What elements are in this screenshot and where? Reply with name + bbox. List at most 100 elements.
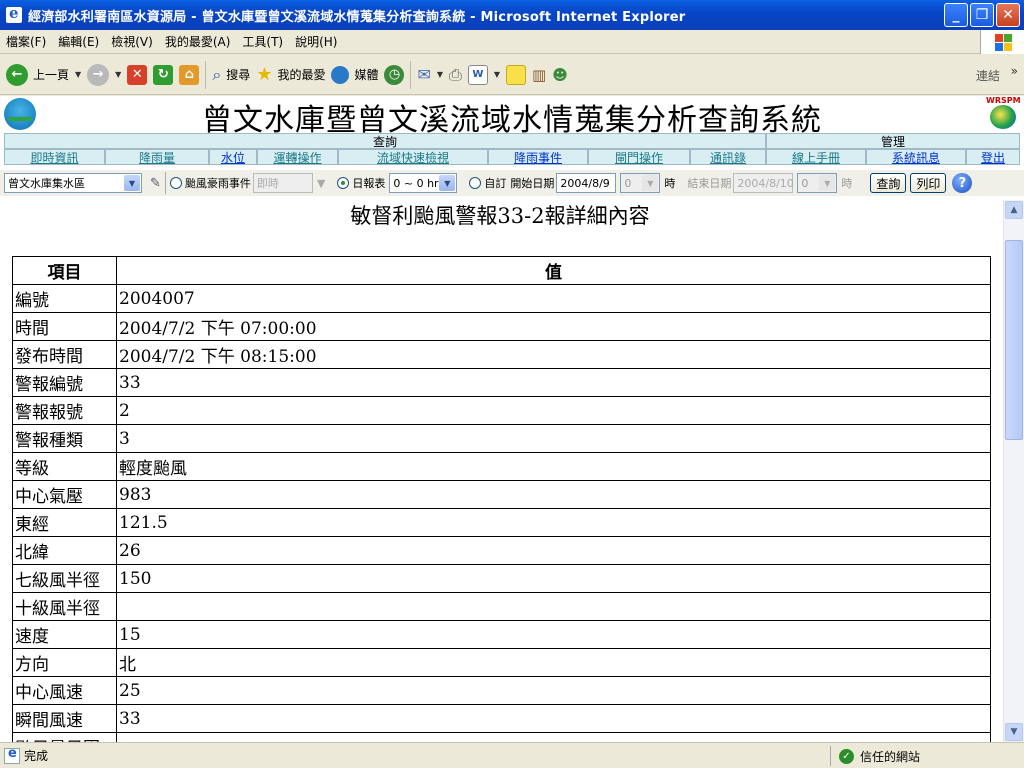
edit-dropdown-icon[interactable]: ▼ [494, 70, 500, 79]
minimize-button[interactable]: _ [944, 3, 968, 27]
close-button[interactable]: ✕ [996, 3, 1020, 27]
row-value: 15 [116, 620, 991, 649]
chevron-down-icon: ▼ [439, 175, 456, 191]
menu-file[interactable]: 檔案(F) [0, 33, 52, 50]
nav-item-rainfall[interactable]: 降雨量 [105, 149, 209, 165]
status-text: 完成 [24, 749, 49, 763]
stop-icon: ✕ [127, 64, 148, 85]
table-row: 颱風暴風圈 [12, 732, 991, 742]
nav-item-water-level[interactable]: 水位 [209, 149, 257, 165]
site-header: 曾文水庫暨曾文溪流域水情蒐集分析查詢系統 WRSPM [0, 96, 1024, 138]
links-label[interactable]: 連結 [976, 67, 1000, 84]
media-button[interactable]: 媒體 [331, 65, 379, 84]
table-row: 發布時間 2004/7/2 下午 08:15:00 [12, 340, 991, 369]
chevron-right-icon[interactable]: » [1011, 64, 1018, 78]
forward-dropdown-icon[interactable]: ▼ [115, 70, 121, 79]
typhoon-radio[interactable] [169, 177, 182, 189]
maximize-button[interactable]: ❐ [970, 3, 994, 27]
history-button[interactable]: ◷ [384, 64, 405, 85]
table-header-row: 項目 值 [12, 256, 991, 285]
scroll-down-arrow-icon[interactable]: ▼ [1005, 723, 1023, 741]
security-zone[interactable]: ✓ 信任的網站 [830, 746, 1024, 766]
region-select[interactable]: 曾文水庫集水區 ▼ [4, 173, 142, 193]
typhoon-event-input[interactable]: 即時 [252, 173, 313, 193]
pen-icon: ✎ [150, 175, 161, 191]
favorites-button[interactable]: ★ 我的最愛 [256, 64, 325, 85]
scrollbar-thumb[interactable] [1005, 240, 1023, 440]
messenger-button[interactable]: ☻ [552, 66, 568, 84]
query-button[interactable]: 查詢 [870, 173, 907, 193]
row-value [116, 592, 991, 621]
nav-item-basin-view[interactable]: 流域快速檢視 [338, 149, 488, 165]
back-button[interactable]: ← 上一頁 ▼ [6, 63, 81, 86]
nav-header-row: 查詢 管理 [4, 133, 1020, 149]
nav-item-operations[interactable]: 運轉操作 [257, 149, 338, 165]
home-button[interactable]: ⌂ [179, 64, 200, 85]
row-key: 東經 [12, 508, 117, 537]
stop-button[interactable]: ✕ [127, 64, 148, 85]
media-icon [331, 65, 350, 84]
table-row: 方向北 [12, 648, 991, 677]
printer-icon: ⎙ [449, 64, 462, 84]
mail-button[interactable]: ✉ ▼ [417, 65, 443, 84]
print-toolbar-button[interactable]: ⎙ [449, 65, 462, 85]
books-icon: ▥ [532, 65, 547, 84]
row-value: 121.5 [116, 508, 991, 537]
menu-favorites[interactable]: 我的最愛(A) [159, 33, 237, 50]
search-button[interactable]: ⌕ 搜尋 [212, 65, 250, 85]
table-row: 警報編號 33 [12, 368, 991, 397]
mail-icon: ✉ [417, 65, 431, 84]
nav-item-logout[interactable]: 登出 [966, 149, 1020, 165]
end-date-input[interactable]: 2004/8/10 [733, 173, 794, 193]
end-hour-select[interactable]: 0 ▼ [797, 173, 838, 193]
nav-item-gate-operations[interactable]: 閘門操作 [588, 149, 690, 165]
nav-item-contacts[interactable]: 通訊錄 [690, 149, 766, 165]
menu-tools[interactable]: 工具(T) [236, 33, 289, 50]
scroll-up-arrow-icon[interactable]: ▲ [1005, 201, 1023, 219]
back-dropdown-icon[interactable]: ▼ [75, 70, 81, 79]
menu-edit[interactable]: 編輯(E) [52, 33, 105, 50]
windows-logo-icon [980, 30, 1024, 54]
nav-items-row: 即時資訊 降雨量 水位 運轉操作 流域快速檢視 降雨事件 閘門操作 通訊錄 線上… [4, 149, 1020, 165]
vertical-scrollbar[interactable]: ▲ ▼ [1003, 200, 1024, 742]
forward-button[interactable]: → ▼ [87, 63, 121, 86]
window-controls: _ ❐ ✕ [944, 3, 1020, 27]
edit-button[interactable]: W ▼ [467, 64, 500, 85]
search-label: 搜尋 [226, 68, 251, 82]
daily-report-radio[interactable] [337, 177, 350, 189]
nav-item-rain-events[interactable]: 降雨事件 [488, 149, 588, 165]
row-value: 2 [116, 396, 991, 425]
row-value: 150 [116, 564, 991, 593]
media-label: 媒體 [354, 68, 379, 82]
row-value: 33 [116, 368, 991, 397]
note-button[interactable] [506, 64, 527, 85]
menu-bar: 檔案(F) 編輯(E) 檢視(V) 我的最愛(A) 工具(T) 說明(H) [0, 30, 1024, 54]
table-row: 中心氣壓 983 [12, 480, 991, 509]
start-date-input[interactable]: 2004/8/9 [556, 173, 617, 193]
nav-item-manual[interactable]: 線上手冊 [766, 149, 866, 165]
nav-query-header: 查詢 [4, 133, 766, 149]
row-value: 3 [116, 424, 991, 453]
daily-range-select[interactable]: 0 ~ 0 hr ▼ [389, 173, 458, 193]
dropdown-triangle-icon[interactable]: ▼ [317, 177, 325, 190]
refresh-icon: ↻ [153, 64, 174, 85]
menu-help[interactable]: 說明(H) [289, 33, 343, 50]
nav-item-system-messages[interactable]: 系統訊息 [866, 149, 966, 165]
print-button[interactable]: 列印 [910, 173, 947, 193]
start-date-label: 開始日期 [510, 177, 555, 190]
table-row: 東經 121.5 [12, 508, 991, 537]
table-row: 七級風半徑 150 [12, 564, 991, 593]
refresh-button[interactable]: ↻ [153, 64, 174, 85]
start-hour-select[interactable]: 0 ▼ [620, 173, 661, 193]
toolbar-separator [205, 60, 207, 89]
row-key: 瞬間風速 [12, 704, 117, 733]
row-value: 輕度颱風 [116, 452, 991, 481]
row-key: 等級 [12, 452, 117, 481]
custom-radio[interactable] [469, 177, 482, 189]
daily-report-label: 日報表 [352, 177, 386, 190]
research-button[interactable]: ▥ [532, 66, 546, 84]
menu-view[interactable]: 檢視(V) [105, 33, 159, 50]
mail-dropdown-icon[interactable]: ▼ [437, 70, 443, 79]
nav-item-realtime[interactable]: 即時資訊 [4, 149, 105, 165]
help-icon[interactable]: ? [952, 173, 973, 193]
